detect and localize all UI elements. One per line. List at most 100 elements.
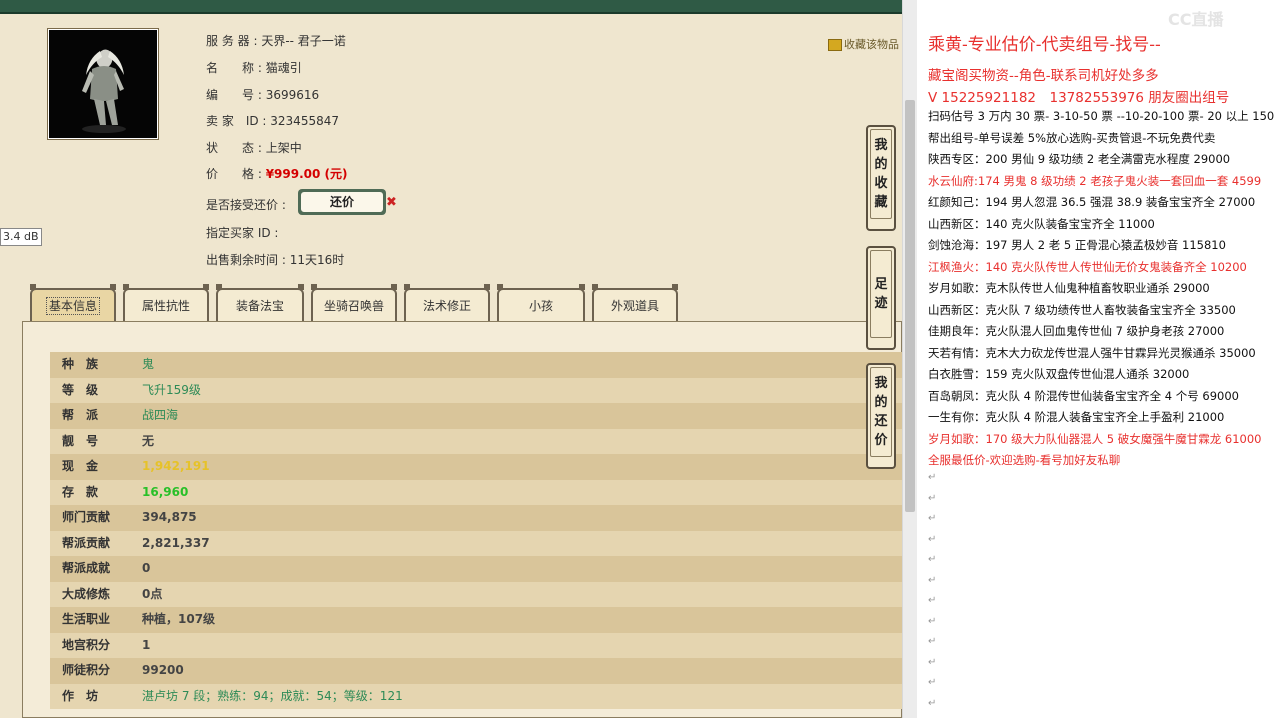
paragraph-mark: ↵ <box>928 595 937 606</box>
buyer-row: 指定买家 ID : <box>206 226 279 240</box>
attribute-value: 394,875 <box>142 510 197 524</box>
tab-attributes[interactable]: 属性抗性 <box>123 284 209 322</box>
attribute-value: 0点 <box>142 586 163 601</box>
attribute-row: 种 族鬼 <box>50 352 902 378</box>
attribute-value: 飞升159级 <box>142 382 201 397</box>
notes-line: 藏宝阁买物资--角色-联系司机好处多多 <box>928 68 1159 84</box>
character-avatar <box>47 28 159 140</box>
paragraph-mark: ↵ <box>928 697 937 709</box>
remaining-time-value: 11天16时 <box>289 253 345 267</box>
attribute-row: 生活职业 种植，107级 <box>50 607 902 633</box>
notes-line: 江枫渔火：140 克火队传世人传世仙无价女鬼装备齐全 10200 <box>928 259 1247 274</box>
side-button-char: 我 <box>874 138 888 153</box>
folder-icon <box>828 39 842 51</box>
attribute-row: 等 级 飞升159级 <box>50 377 902 403</box>
attribute-label: 存 款 <box>62 484 99 499</box>
remaining-time-row: 出售剩余时间 : 11天16时 <box>206 253 345 267</box>
notes-line: 百岛朝凤：克火队 4 阶混传世仙装备宝宝齐全 4 个号 69000 <box>928 388 1239 403</box>
side-button-char: 的 <box>874 157 888 172</box>
attribute-row: 作 坊 湛卢坊 7 段；熟练：94；成就：54；等级：121 <box>50 683 902 709</box>
name-value: 猫魂引 <box>265 61 302 75</box>
tab-children[interactable]: 小孩 <box>497 284 585 322</box>
notes-line: 剑蚀沧海：197 男人 2 老 5 正骨混心猿孟极妙音 115810 <box>928 238 1226 252</box>
attribute-value: 99200 <box>142 663 184 677</box>
attribute-table: 种 族 鬼等 级 飞升159级帮 派 战四海靓 号 无现 金 1,942,191 存 款 16… <box>50 352 902 709</box>
tab-mounts-pets[interactable]: 坐骑召唤兽 <box>311 284 397 322</box>
vertical-scrollbar[interactable] <box>902 0 917 718</box>
paragraph-mark: ↵ <box>928 636 937 647</box>
notes-line: 山西新区：140 克火队装备宝宝齐全 11000 <box>928 216 1155 231</box>
attribute-label: 生活职业 <box>62 612 111 626</box>
attribute-row: 师门贡献 394,875 <box>50 505 902 531</box>
status-row: 状 态 : 上架中 <box>206 141 302 155</box>
attribute-value: 种植，107级 <box>142 612 216 626</box>
attribute-label: 靓 号 <box>62 433 99 448</box>
counter-offer-button[interactable]: 还价 <box>298 189 386 215</box>
paragraph-mark: ↵ <box>928 615 937 627</box>
attribute-row: 帮派贡献 2,821,337 <box>50 530 902 556</box>
attribute-value: 2,821,337 <box>142 535 210 550</box>
side-button-char: 我 <box>874 376 888 391</box>
side-button-char: 足 <box>874 277 888 292</box>
attribute-label: 帮派贡献 <box>62 535 111 550</box>
notes-line: 帮出组号-单号误差 5%放心选购-买贵管退-不玩免费代卖 <box>928 130 1216 145</box>
attribute-value: 1,942,191 <box>142 459 210 473</box>
side-button-char: 的 <box>874 395 888 410</box>
side-button-char: 藏 <box>874 195 888 210</box>
notes-line: 红颜知己：194 男人忽混 36.5 强混 38.9 装备宝宝齐全 27000 <box>928 195 1256 209</box>
notes-line: 水云仙府:174 男鬼 8 级功绩 2 老孩子鬼火装一套回血一套 4599 <box>928 173 1262 188</box>
attribute-row: 帮 派 战四海 <box>50 403 902 429</box>
paragraph-mark: ↵ <box>928 574 937 586</box>
seller-value: 323455847 <box>270 114 339 128</box>
paragraph-mark: ↵ <box>928 492 937 504</box>
id-value: 3699616 <box>265 88 320 102</box>
my-counter-offers-button[interactable]: 我的还价 <box>866 363 896 469</box>
favorite-item-link[interactable]: 收藏该物品 <box>828 36 899 52</box>
tab-basic-info[interactable]: 基本信息 <box>30 284 116 322</box>
attribute-label: 作 坊 <box>62 688 99 703</box>
attribute-label: 帮派成就 <box>62 561 111 575</box>
attribute-label: 师徒积分 <box>62 663 111 677</box>
attribute-value: 战四海 <box>142 408 179 422</box>
paragraph-mark: ↵ <box>928 472 937 483</box>
attribute-label: 现 金 <box>62 459 99 473</box>
attribute-label: 种 族 <box>62 357 99 371</box>
notes-line: 天若有情：克木大力砍龙传世混人强牛甘霖异光灵猴通杀 35000 <box>928 345 1256 360</box>
volume-tooltip: 3.4 dB <box>0 228 42 246</box>
paragraph-mark: ↵ <box>928 656 937 668</box>
notes-line: 佳期良年：克火队混人回血鬼传世仙 7 级护身老孩 27000 <box>928 324 1225 338</box>
notes-title: 乘黄-专业估价-代卖组号-找号-- <box>928 35 1161 55</box>
attribute-value: 0 <box>142 561 151 575</box>
tab-equipment[interactable]: 装备法宝 <box>216 284 304 322</box>
footprints-button[interactable]: 足迹 <box>866 246 896 350</box>
window-top-bar <box>0 0 902 14</box>
tab-appearance[interactable]: 外观道具 <box>592 284 678 322</box>
name-row: 名 称 : 猫魂引 <box>206 61 302 75</box>
server-row: 服 务 器 : 天界-- 君子一诺 <box>206 34 346 48</box>
seller-row: 卖 家 ID : 323455847 <box>206 114 339 128</box>
scrollbar-thumb[interactable] <box>905 100 915 512</box>
attribute-label: 等 级 <box>62 382 99 397</box>
trade-item-page: 收藏该物品 服 务 器 : 天界-- 君子一诺 名 称 : 猫魂引 编 号 : … <box>0 0 902 718</box>
notes-line: 白衣胜雪：159 克火队双盘传世仙混人通杀 32000 <box>928 367 1190 381</box>
attribute-label: 地宫积分 <box>62 637 111 652</box>
my-favorites-button[interactable]: 我的收藏 <box>866 125 896 231</box>
attribute-label: 大成修炼 <box>62 586 111 601</box>
attribute-row: 大成修炼 0点 <box>50 581 902 607</box>
notes-line: 扫码估号 3 万内 30 票- 3-10-50 票 --10-20-100 票-… <box>928 109 1275 123</box>
notes-line: V 15225921182 13782553976 朋友圈出组号 <box>928 90 1230 106</box>
notes-line: 岁月如歌：克木队传世人仙鬼种植畜牧职业通杀 29000 <box>928 281 1210 295</box>
side-button-char: 价 <box>874 433 888 448</box>
attribute-label: 师门贡献 <box>62 510 111 524</box>
stream-watermark: CC直播 <box>1168 10 1224 29</box>
attribute-label: 帮 派 <box>62 408 99 422</box>
close-icon[interactable]: ✖ <box>386 195 397 210</box>
side-button-char: 还 <box>874 414 888 429</box>
counter-offer-row: 是否接受还价 : <box>206 198 286 212</box>
notes-line: 全服最低价-欢迎选购-看号加好友私聊 <box>928 453 1121 467</box>
attribute-value: 无 <box>142 433 155 448</box>
notes-line: 岁月如歌：170 级大力队仙器混人 5 破女魔强牛魔甘霖龙 61000 <box>928 431 1262 446</box>
tab-spell-correction[interactable]: 法术修正 <box>404 284 490 322</box>
attribute-row: 靓 号无 <box>50 428 902 454</box>
paragraph-mark: ↵ <box>928 677 937 688</box>
